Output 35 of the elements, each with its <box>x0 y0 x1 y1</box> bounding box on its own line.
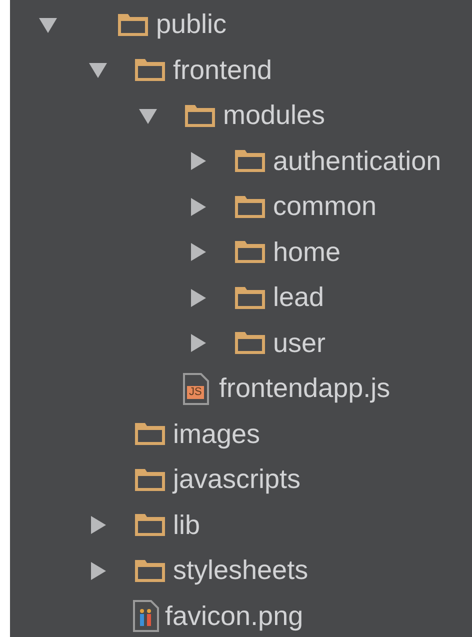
folder-name[interactable]: public <box>156 11 227 38</box>
file-name[interactable]: frontendapp.js <box>219 375 390 402</box>
folder-name[interactable]: authentication <box>273 148 442 175</box>
folder-icon <box>233 330 267 356</box>
folder-icon <box>133 558 167 584</box>
folder-name[interactable]: frontend <box>173 56 272 84</box>
folder-icon <box>183 102 217 129</box>
folder-name[interactable]: javascripts <box>173 466 301 494</box>
collapsed-arrow-icon[interactable] <box>188 151 208 172</box>
collapsed-arrow-icon[interactable] <box>188 196 208 217</box>
folder-icon <box>116 12 150 38</box>
expanded-arrow-icon[interactable] <box>88 60 108 80</box>
collapsed-arrow-icon[interactable] <box>88 560 108 581</box>
folder-icon <box>233 194 267 220</box>
collapsed-arrow-icon[interactable] <box>188 333 208 354</box>
folder-icon <box>233 284 267 311</box>
image-file-icon <box>133 600 159 632</box>
collapsed-arrow-icon[interactable] <box>188 288 208 308</box>
folder-icon <box>133 512 167 538</box>
folder-name[interactable]: home <box>273 238 341 266</box>
folder-name[interactable]: common <box>273 193 377 220</box>
collapsed-arrow-icon[interactable] <box>188 242 208 262</box>
folder-icon <box>133 57 167 84</box>
folder-icon <box>233 239 267 266</box>
folder-name[interactable]: lead <box>273 284 324 312</box>
collapsed-arrow-icon[interactable] <box>88 515 108 536</box>
file-name[interactable]: favicon.png <box>165 602 304 630</box>
folder-icon <box>233 148 267 174</box>
folder-name[interactable]: user <box>273 330 326 357</box>
folder-name[interactable]: lib <box>173 512 200 539</box>
folder-name[interactable]: images <box>173 420 260 448</box>
folder-name[interactable]: modules <box>223 102 326 130</box>
folder-icon <box>133 421 167 448</box>
folder-icon <box>133 466 167 493</box>
folder-name[interactable]: stylesheets <box>173 557 308 584</box>
